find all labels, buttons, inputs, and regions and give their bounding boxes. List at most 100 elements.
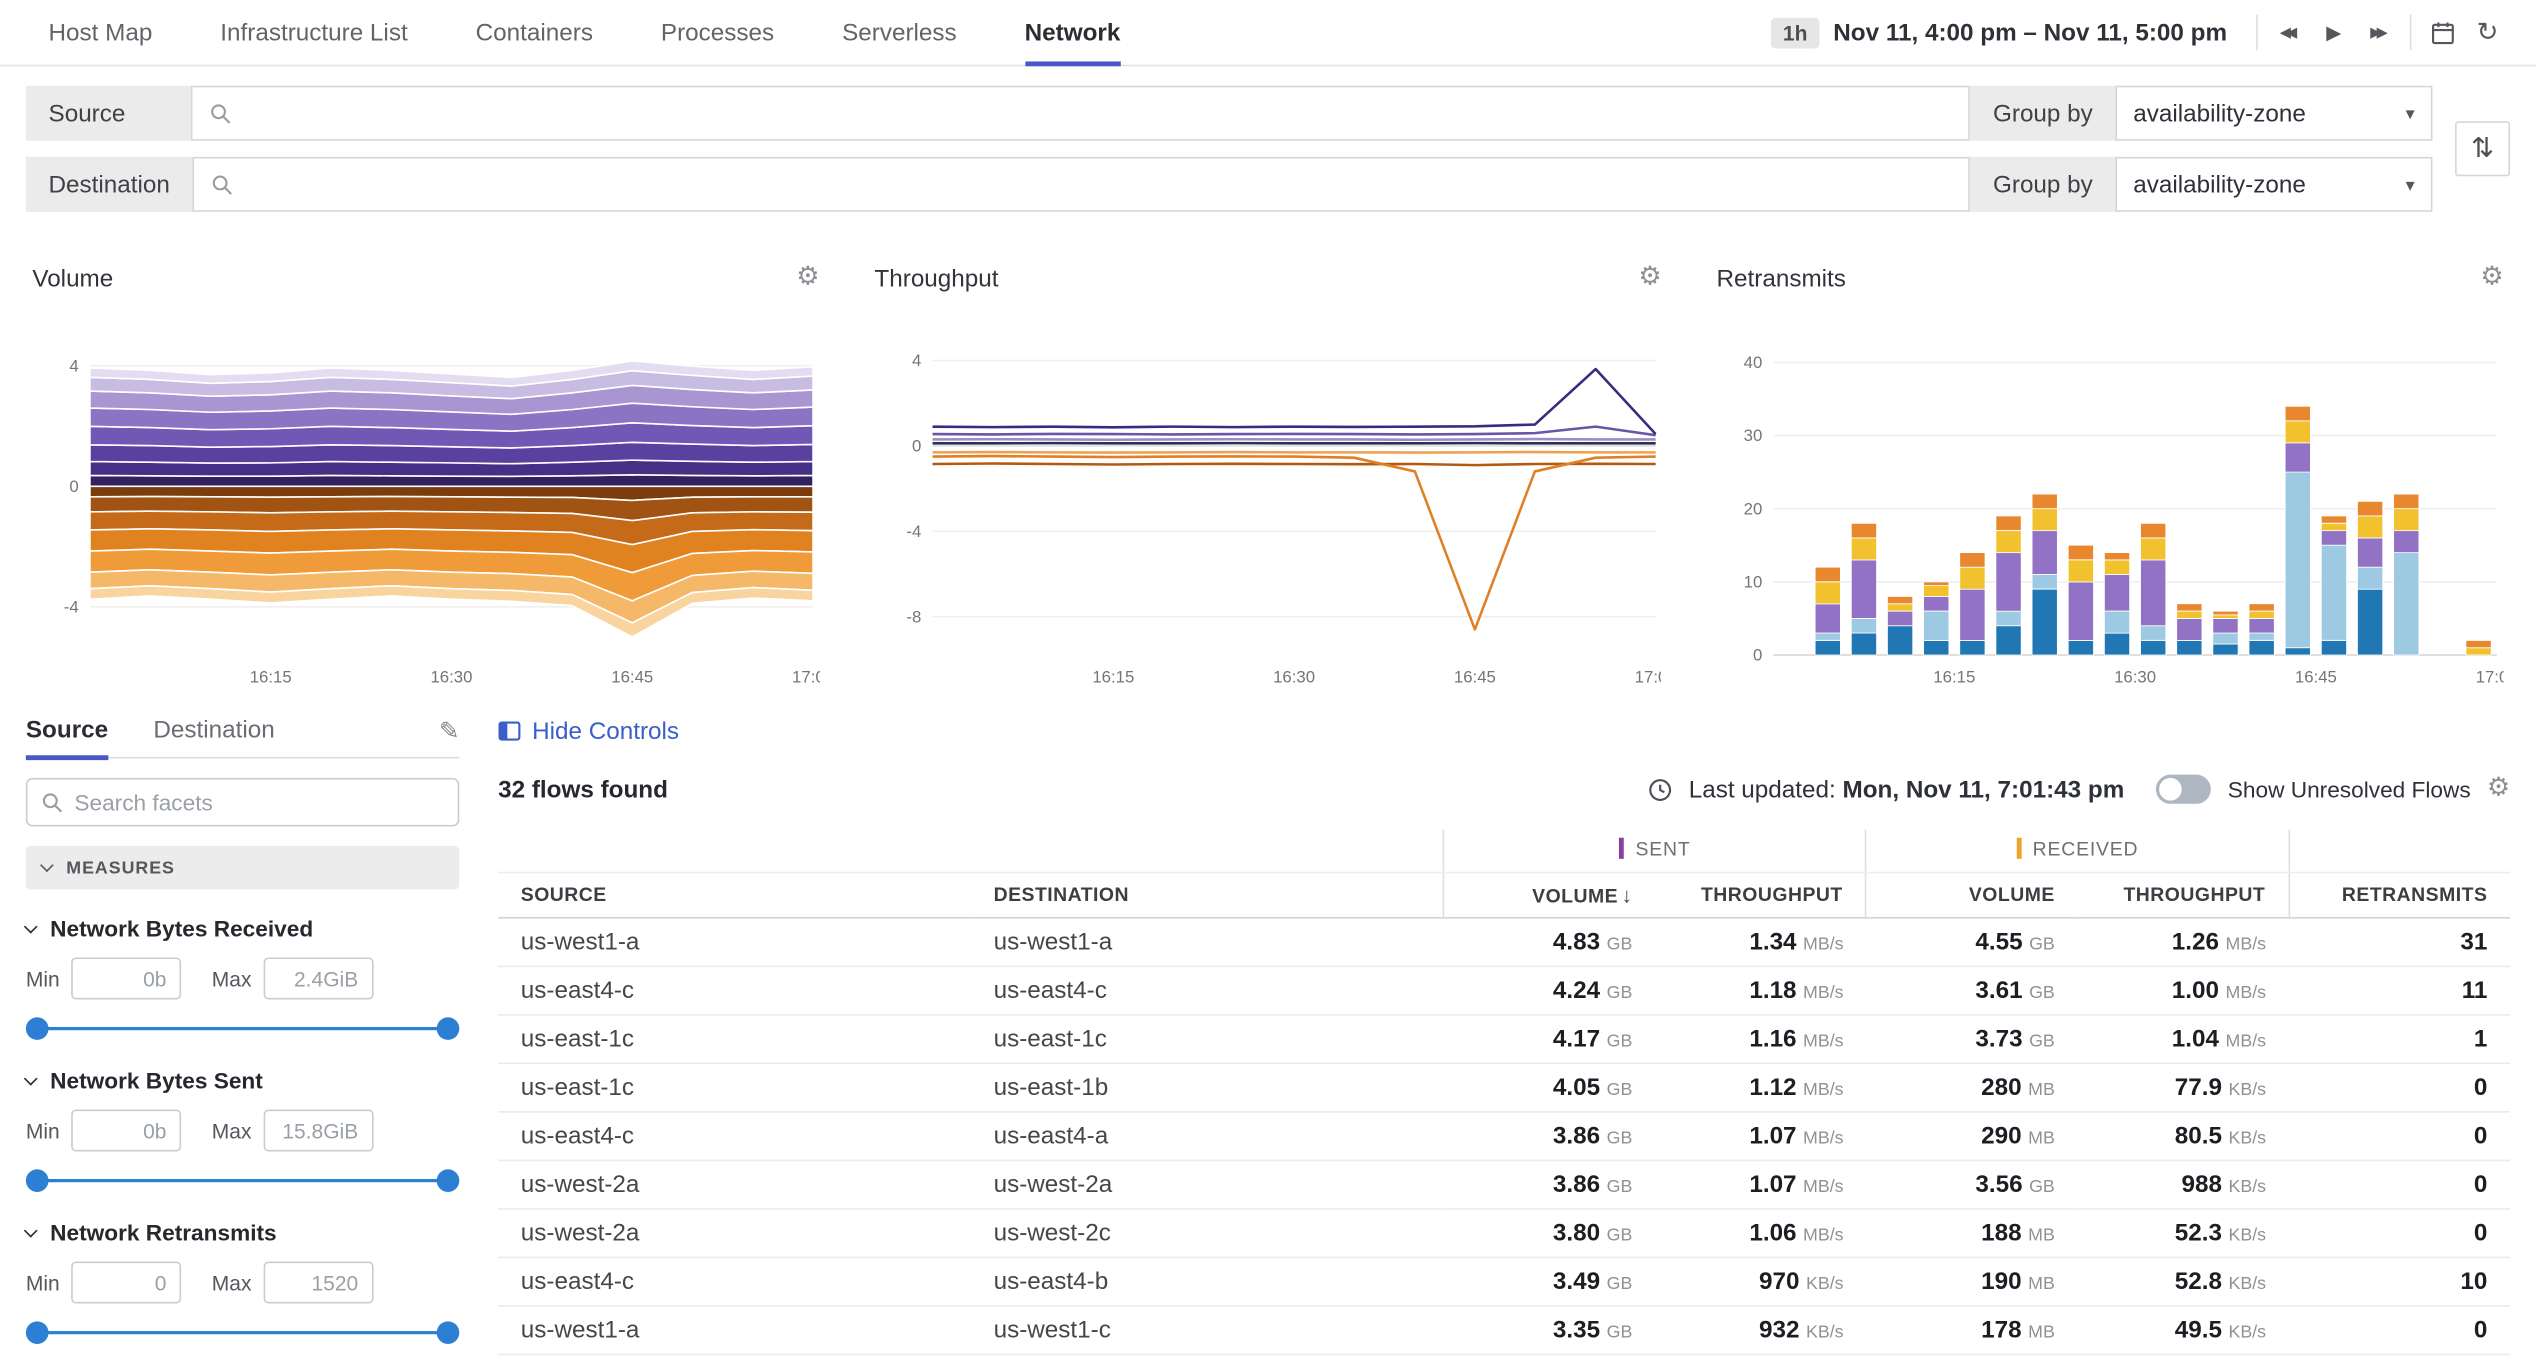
gear-icon[interactable]: ⚙ — [2480, 265, 2503, 291]
tab-processes[interactable]: Processes — [661, 0, 774, 66]
source-cell[interactable]: us-east-1c — [498, 1063, 971, 1112]
destination-cell[interactable]: us-east-1c — [971, 1014, 1444, 1063]
source-cell[interactable]: us-east4-c — [498, 1257, 971, 1306]
calendar-icon[interactable] — [2419, 13, 2464, 52]
min-input[interactable]: 0b — [71, 1109, 181, 1151]
destination-cell[interactable]: us-east-1b — [971, 1063, 1444, 1112]
tab-network[interactable]: Network — [1025, 0, 1121, 66]
rewind-button[interactable]: ◀◀ — [2266, 13, 2311, 52]
last-updated: Last updated: Mon, Nov 11, 7:01:43 pm — [1689, 775, 2125, 802]
range-slider[interactable] — [26, 1168, 459, 1194]
destination-group-by-select[interactable]: availability-zone▾ — [2115, 157, 2432, 212]
tab-infrastructure-list[interactable]: Infrastructure List — [220, 0, 407, 66]
received-volume-cell: 290MB — [1866, 1111, 2077, 1160]
slider-handle-min[interactable] — [26, 1169, 49, 1192]
refresh-icon[interactable]: ↻ — [2465, 13, 2510, 52]
table-row[interactable]: us-west1-aus-west1-a4.83GB1.34MB/s4.55GB… — [498, 917, 2510, 966]
table-row[interactable]: us-west-2aus-west-2a3.86GB1.07MB/s3.56GB… — [498, 1160, 2510, 1209]
measures-section-header[interactable]: MEASURES — [26, 846, 459, 890]
destination-cell[interactable]: us-east4-b — [971, 1257, 1444, 1306]
column-retransmits[interactable]: RETRANSMITS — [2289, 872, 2510, 917]
max-label: Max — [212, 1270, 252, 1294]
destination-cell[interactable]: us-east4-c — [971, 966, 1444, 1015]
time-range-badge[interactable]: 1h — [1772, 17, 1819, 48]
column-sent-volume[interactable]: VOLUME↓ — [1444, 872, 1655, 917]
chevron-down-icon — [24, 1071, 38, 1085]
hide-controls-button[interactable]: Hide Controls — [498, 717, 679, 744]
max-input[interactable]: 1520 — [263, 1261, 373, 1303]
source-group-by-select[interactable]: availability-zone▾ — [2115, 86, 2432, 141]
gear-icon[interactable]: ⚙ — [2487, 776, 2510, 802]
measures-list: Network Bytes ReceivedMin0bMax2.4GiBNetw… — [26, 915, 459, 1345]
min-input[interactable]: 0b — [71, 957, 181, 999]
facet-tab-destination[interactable]: Destination — [153, 703, 274, 758]
table-row[interactable]: us-east-1cus-east-1c4.17GB1.16MB/s3.73GB… — [498, 1014, 2510, 1063]
pencil-icon[interactable]: ✎ — [439, 716, 459, 745]
table-row[interactable]: us-east-1cus-east-1b4.05GB1.12MB/s280MB7… — [498, 1063, 2510, 1112]
tab-containers[interactable]: Containers — [476, 0, 593, 66]
max-input[interactable]: 15.8GiB — [263, 1109, 373, 1151]
sent-volume-cell: 3.35GB — [1444, 1305, 1655, 1354]
gear-icon[interactable]: ⚙ — [796, 265, 819, 291]
slider-handle-max[interactable] — [437, 1169, 460, 1192]
volume-chart[interactable]: 40-416:1516:3016:4517:00 — [32, 325, 819, 694]
source-cell[interactable]: us-west1-a — [498, 1305, 971, 1354]
source-cell[interactable]: us-west-2a — [498, 1208, 971, 1257]
destination-cell[interactable]: us-west1-c — [971, 1305, 1444, 1354]
fast-forward-button[interactable]: ▶▶ — [2356, 13, 2401, 52]
slider-handle-max[interactable] — [437, 1321, 460, 1344]
tab-serverless[interactable]: Serverless — [842, 0, 957, 66]
slider-handle-min[interactable] — [26, 1017, 49, 1040]
column-received-throughput[interactable]: THROUGHPUT — [2077, 872, 2288, 917]
swap-source-destination-button[interactable]: ⇅ — [2455, 121, 2510, 176]
throughput-chart[interactable]: 40-4-816:1516:3016:4517:00 — [874, 325, 1661, 694]
table-row[interactable]: us-west-2aus-west-2c3.80GB1.06MB/s188MB5… — [498, 1208, 2510, 1257]
table-row[interactable]: us-east4-cus-east4-b3.49GB970KB/s190MB52… — [498, 1257, 2510, 1306]
range-slider[interactable] — [26, 1320, 459, 1346]
time-range[interactable]: Nov 11, 4:00 pm – Nov 11, 5:00 pm — [1833, 19, 2227, 46]
column-destination[interactable]: DESTINATION — [971, 872, 1444, 917]
slider-handle-min[interactable] — [26, 1321, 49, 1344]
max-input[interactable]: 2.4GiB — [263, 957, 373, 999]
min-input[interactable]: 0 — [71, 1261, 181, 1303]
destination-search-field[interactable] — [193, 157, 1971, 212]
retransmits-chart[interactable]: 01020304016:1516:3016:4517:00 — [1717, 325, 2504, 694]
source-filter-input[interactable] — [244, 100, 1952, 126]
lower-section: Source Destination ✎ MEASURES Network By… — [0, 694, 2536, 1356]
chart-title-volume: Volume — [32, 264, 113, 291]
table-row[interactable]: us-east4-cus-east4-a3.86GB1.07MB/s290MB8… — [498, 1111, 2510, 1160]
tab-host-map[interactable]: Host Map — [49, 0, 153, 66]
source-cell[interactable]: us-west-2a — [498, 1160, 971, 1209]
received-group-header: RECEIVED — [1866, 830, 2288, 872]
destination-filter-input[interactable] — [246, 171, 1953, 197]
source-cell[interactable]: us-west1-a — [498, 917, 971, 966]
destination-cell[interactable]: us-west-2a — [971, 1160, 1444, 1209]
measure-header[interactable]: Network Retransmits — [26, 1219, 459, 1245]
source-cell[interactable]: us-east4-c — [498, 1111, 971, 1160]
sent-throughput-cell: 1.07MB/s — [1655, 1160, 1866, 1209]
received-group-marker — [2016, 838, 2021, 859]
range-slider[interactable] — [26, 1016, 459, 1042]
facet-search[interactable] — [26, 778, 459, 827]
source-search-field[interactable] — [191, 86, 1971, 141]
column-source[interactable]: SOURCE — [498, 872, 971, 917]
column-received-volume[interactable]: VOLUME — [1866, 872, 2077, 917]
destination-cell[interactable]: us-east4-a — [971, 1111, 1444, 1160]
source-cell[interactable]: us-east-1c — [498, 1014, 971, 1063]
table-row[interactable]: us-west1-aus-west1-c3.35GB932KB/s178MB49… — [498, 1305, 2510, 1354]
play-button[interactable]: ▶ — [2311, 13, 2356, 52]
sent-group-marker — [1619, 838, 1624, 859]
facet-tab-source[interactable]: Source — [26, 703, 108, 758]
measure-header[interactable]: Network Bytes Sent — [26, 1067, 459, 1093]
column-sent-throughput[interactable]: THROUGHPUT — [1655, 872, 1866, 917]
facet-search-input[interactable] — [74, 789, 444, 815]
slider-handle-max[interactable] — [437, 1017, 460, 1040]
source-cell[interactable]: us-east4-c — [498, 966, 971, 1015]
gear-icon[interactable]: ⚙ — [1638, 265, 1661, 291]
destination-cell[interactable]: us-west-2c — [971, 1208, 1444, 1257]
measure-header[interactable]: Network Bytes Received — [26, 915, 459, 941]
show-unresolved-toggle[interactable] — [2157, 775, 2212, 804]
table-row[interactable]: us-east4-cus-east4-c4.24GB1.18MB/s3.61GB… — [498, 966, 2510, 1015]
received-throughput-cell: 1.00MB/s — [2077, 966, 2288, 1015]
destination-cell[interactable]: us-west1-a — [971, 917, 1444, 966]
